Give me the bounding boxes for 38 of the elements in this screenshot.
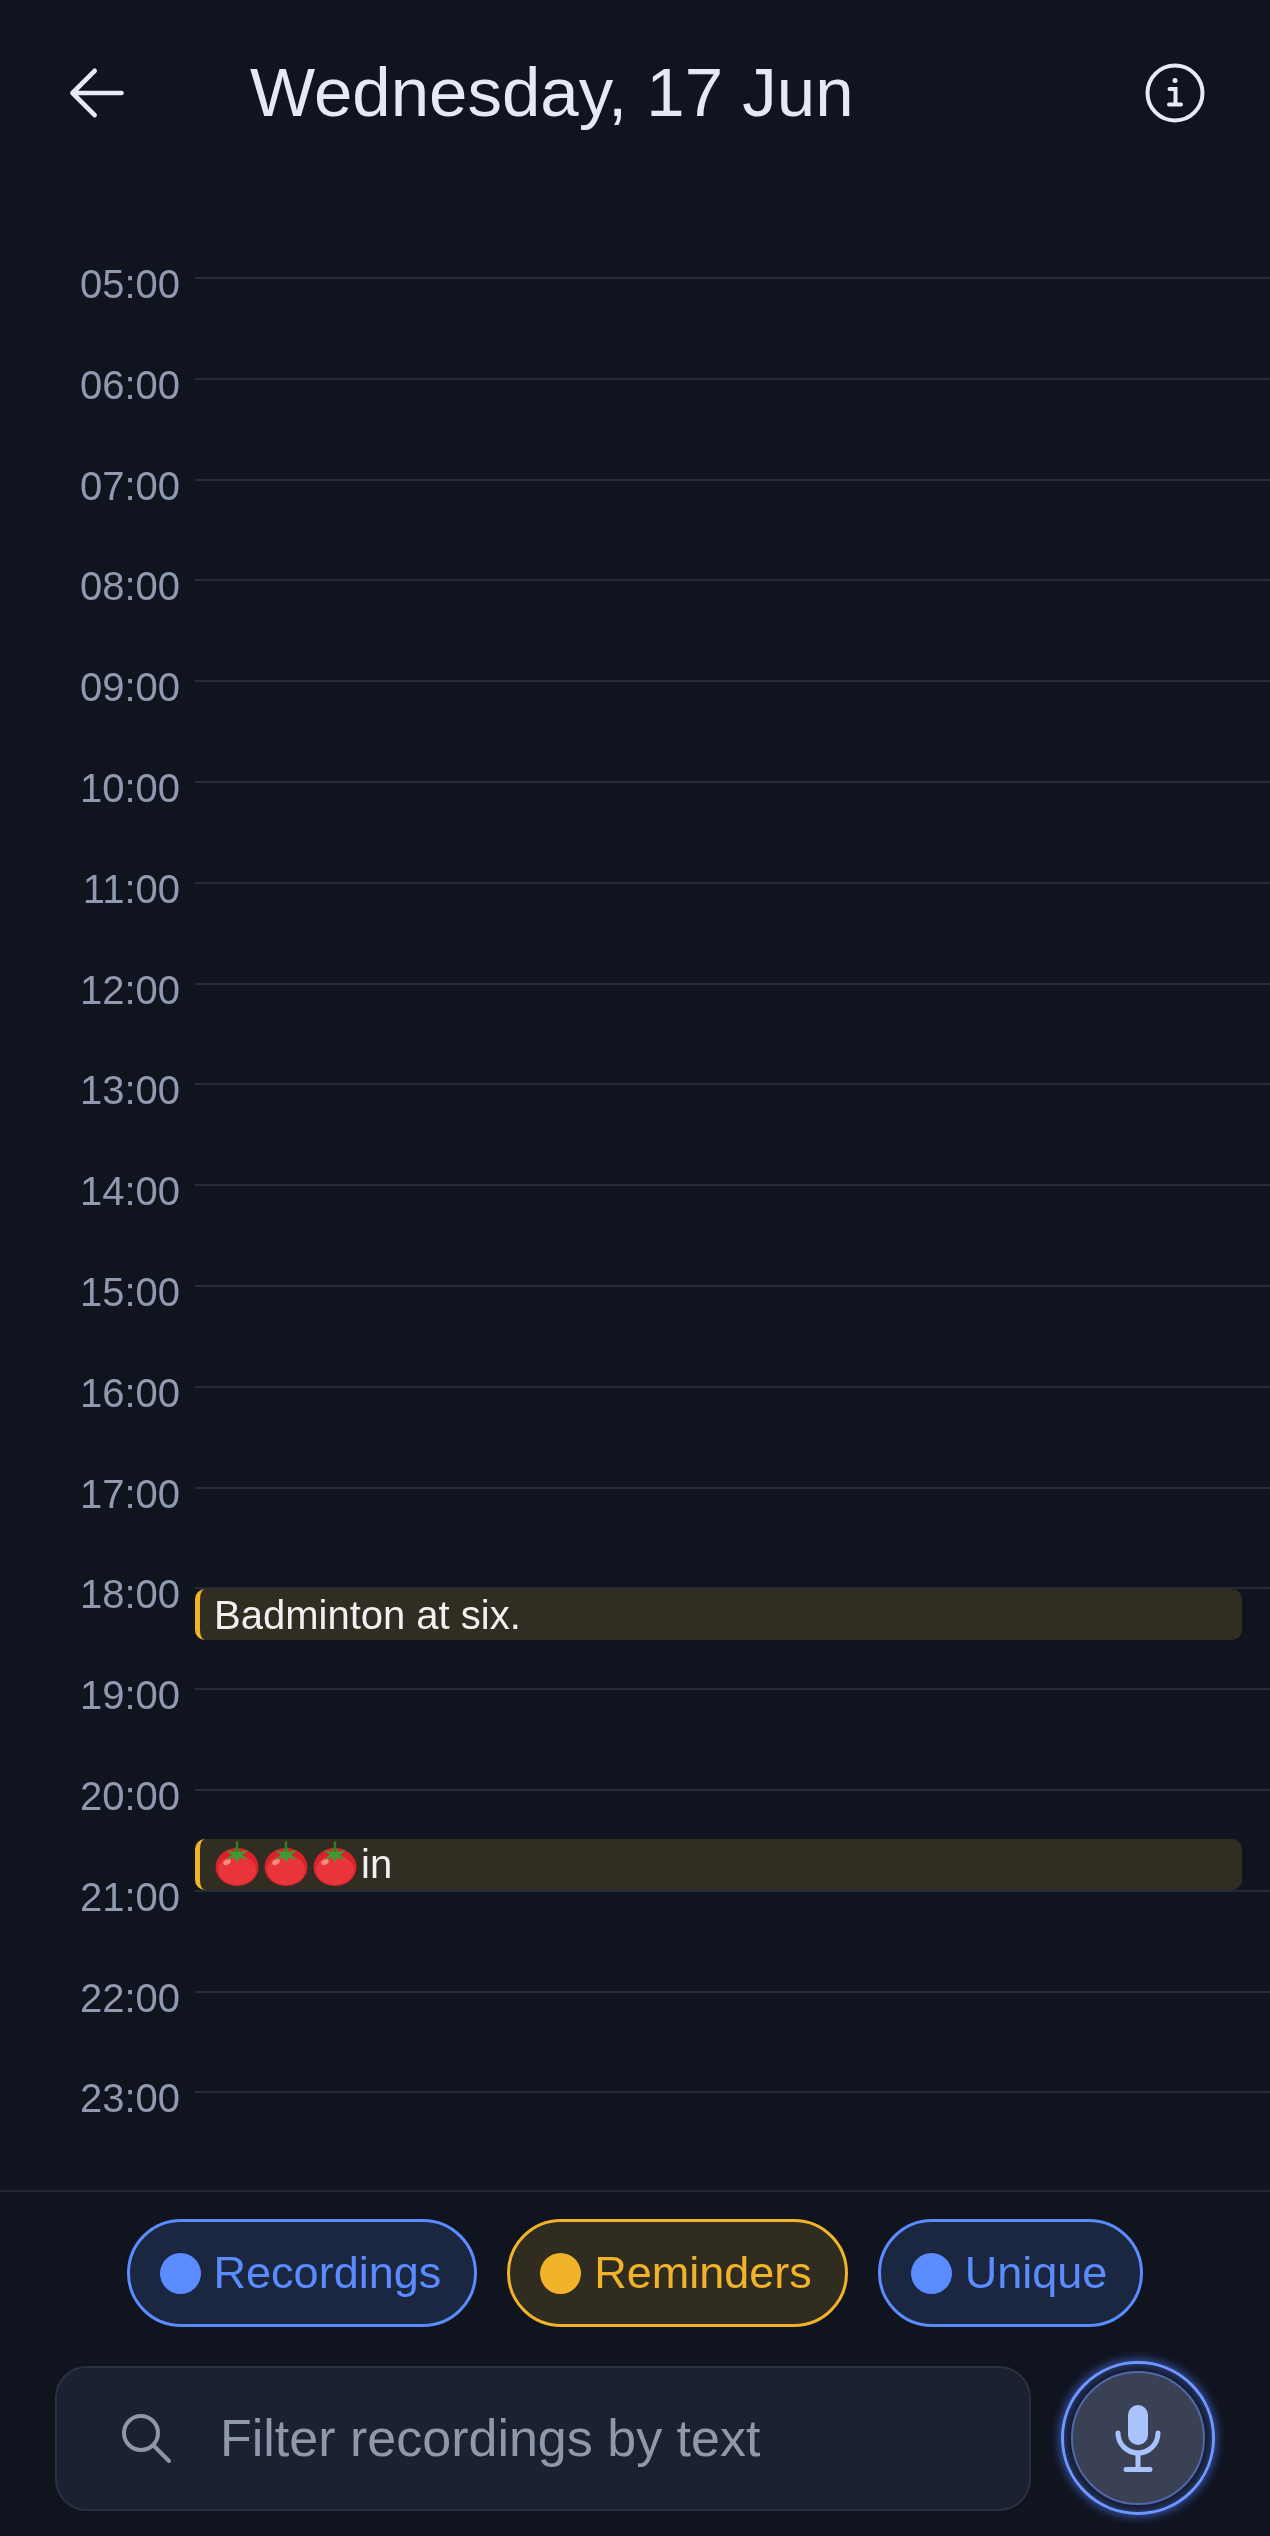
tomato-icon: [214, 1841, 260, 1888]
back-button[interactable]: [69, 65, 125, 121]
filter-chip[interactable]: Recordings: [126, 2219, 478, 2327]
time-label: 05:00: [79, 261, 180, 307]
time-label: 06:00: [79, 361, 180, 408]
time-label: 09:00: [79, 664, 180, 711]
microphone-button[interactable]: [1061, 2361, 1215, 2515]
time-label: 16:00: [79, 1369, 180, 1416]
time-label: 12:00: [79, 966, 180, 1013]
time-label: 17:00: [79, 1470, 180, 1517]
time-label: 21:00: [79, 1873, 180, 1920]
time-label: 22:00: [79, 1974, 180, 2021]
time-label: 07:00: [79, 462, 180, 509]
time-label: 15:00: [79, 1268, 180, 1315]
time-label: 20:00: [79, 1772, 180, 1819]
event-title: Badminton at six.: [214, 1591, 521, 1638]
time-label: 10:00: [79, 765, 180, 811]
reminder-event[interactable]: Badminton at six.: [195, 1589, 1242, 1641]
filter-chip[interactable]: Reminders: [507, 2219, 848, 2327]
time-label: 14:00: [79, 1168, 180, 1215]
search-field[interactable]: Filter recordings by text: [55, 2365, 1031, 2511]
time-label: 11:00: [82, 865, 180, 912]
info-icon: [1145, 63, 1205, 123]
search-icon: [120, 2411, 172, 2464]
filter-chip[interactable]: Unique: [877, 2219, 1144, 2327]
info-button[interactable]: [1145, 63, 1205, 123]
time-label: 23:00: [79, 2075, 180, 2122]
event-title: in: [361, 1841, 393, 1888]
time-label: 13:00: [79, 1067, 180, 1114]
time-label: 19:00: [79, 1672, 180, 1719]
time-label: 08:00: [79, 563, 180, 610]
tomato-icon: [263, 1841, 309, 1888]
date-title: Wednesday, 17 Jun: [250, 52, 854, 133]
microphone-icon: [1114, 2403, 1162, 2473]
arrow-left-icon: [69, 65, 125, 121]
tomato-icon: [312, 1841, 358, 1888]
time-label: 18:00: [79, 1571, 180, 1618]
reminder-event[interactable]: in: [195, 1838, 1242, 1890]
